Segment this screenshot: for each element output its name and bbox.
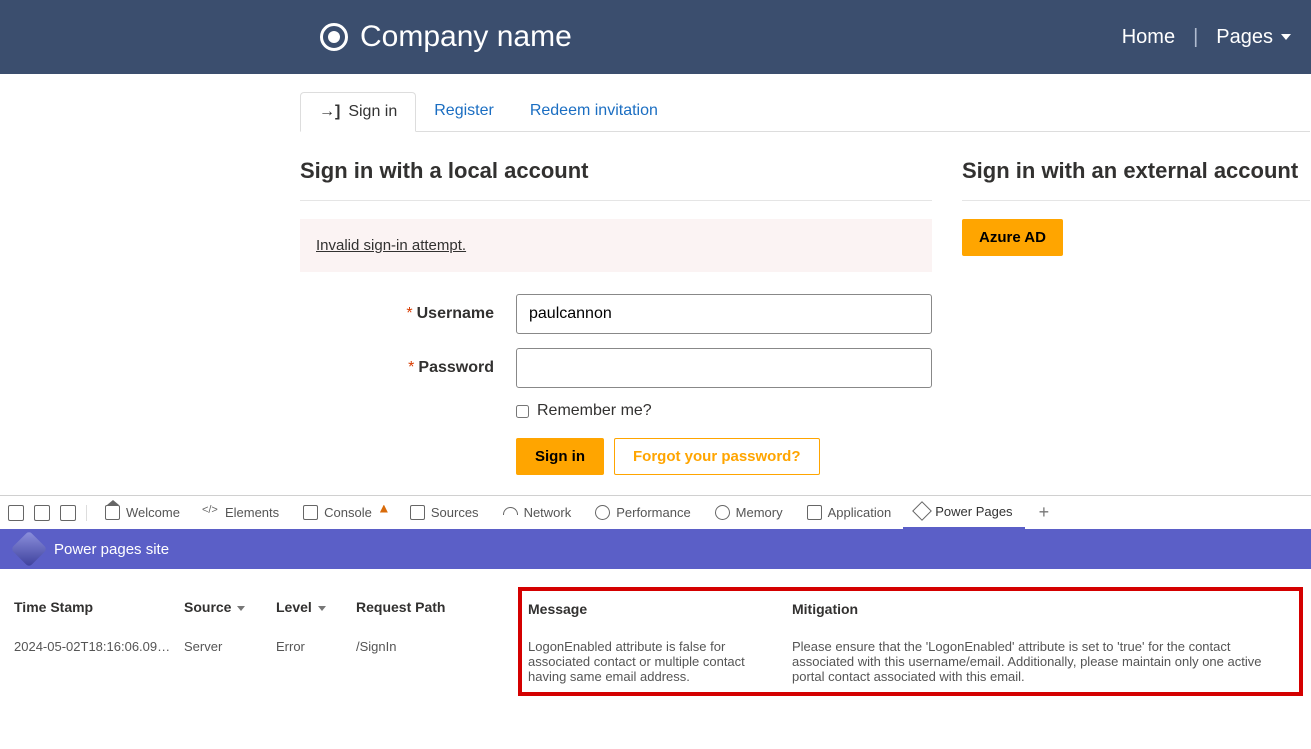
devtab-add[interactable]: + <box>1031 502 1058 523</box>
log-table: Time Stamp Source Level Request Path Mes… <box>8 587 1303 696</box>
forgot-password-button[interactable]: Forgot your password? <box>614 438 820 475</box>
password-label: *Password <box>300 359 516 377</box>
home-icon <box>105 505 120 520</box>
log-row[interactable]: 2024-05-02T18:16:06.0917... Server Error… <box>8 631 1301 694</box>
signin-button[interactable]: Sign in <box>516 438 604 475</box>
brand-title: Company name <box>360 20 572 54</box>
log-col-level[interactable]: Level <box>270 589 350 631</box>
log-panel: Time Stamp Source Level Request Path Mes… <box>0 569 1311 714</box>
nav-pages-label: Pages <box>1216 26 1273 49</box>
password-input[interactable] <box>516 348 932 388</box>
log-cell-message: LogonEnabled attribute is false for asso… <box>520 631 786 694</box>
log-col-mitigation[interactable]: Mitigation <box>786 589 1301 631</box>
log-cell-level: Error <box>270 631 350 694</box>
brand-logo-icon <box>320 23 348 51</box>
elements-icon <box>204 505 219 520</box>
username-label: *Username <box>300 305 516 323</box>
log-cell-mitigation: Please ensure that the 'LogonEnabled' at… <box>786 631 1301 694</box>
inspect-icon[interactable] <box>8 505 24 521</box>
brand: Company name <box>320 20 572 54</box>
powerpages-banner: Power pages site <box>0 529 1311 569</box>
network-icon <box>503 505 518 520</box>
external-signin-heading: Sign in with an external account <box>962 158 1310 184</box>
divider <box>962 200 1310 201</box>
performance-icon <box>595 505 610 520</box>
nav-separator: | <box>1193 26 1198 49</box>
local-signin-heading: Sign in with a local account <box>300 158 932 184</box>
tab-signin[interactable]: →] Sign in <box>300 92 416 132</box>
caret-down-icon <box>1281 34 1291 40</box>
username-input[interactable] <box>516 294 932 334</box>
tab-redeem[interactable]: Redeem invitation <box>512 92 676 131</box>
nav-pages[interactable]: Pages <box>1216 26 1291 49</box>
devtab-welcome[interactable]: Welcome <box>93 496 192 530</box>
devtab-powerpages[interactable]: Power Pages <box>903 496 1024 530</box>
log-cell-request: /SignIn <box>350 631 520 694</box>
console-icon <box>303 505 318 520</box>
sort-caret-icon <box>237 606 245 611</box>
log-col-timestamp[interactable]: Time Stamp <box>8 589 178 631</box>
devtab-console[interactable]: Console <box>291 496 398 530</box>
log-col-request[interactable]: Request Path <box>350 589 520 631</box>
warn-badge-icon <box>380 505 388 513</box>
tab-signin-label: Sign in <box>348 103 397 121</box>
sources-icon <box>410 505 425 520</box>
devtab-application[interactable]: Application <box>795 496 904 530</box>
sort-caret-icon <box>318 606 326 611</box>
header-nav: Home | Pages <box>1122 26 1291 49</box>
log-col-source[interactable]: Source <box>178 589 270 631</box>
devtab-sources[interactable]: Sources <box>398 496 491 530</box>
divider <box>300 200 932 201</box>
powerpages-logo-icon <box>11 531 48 568</box>
top-header: Company name Home | Pages <box>0 0 1311 74</box>
log-cell-source: Server <box>178 631 270 694</box>
log-cell-timestamp: 2024-05-02T18:16:06.0917... <box>8 631 178 694</box>
devtools-tabbar: Welcome Elements Console Sources Network… <box>0 495 1311 529</box>
powerpages-icon <box>912 501 932 521</box>
devtab-memory[interactable]: Memory <box>703 496 795 530</box>
remember-checkbox[interactable] <box>516 405 529 418</box>
signin-arrow-icon: →] <box>319 103 340 121</box>
devtab-elements[interactable]: Elements <box>192 496 291 530</box>
log-col-message[interactable]: Message <box>520 589 786 631</box>
devtab-performance[interactable]: Performance <box>583 496 702 530</box>
dock-icon[interactable] <box>60 505 76 521</box>
memory-icon <box>715 505 730 520</box>
auth-tabs: →] Sign in Register Redeem invitation <box>300 92 1310 132</box>
device-icon[interactable] <box>34 505 50 521</box>
application-icon <box>807 505 822 520</box>
signin-error-text: Invalid sign-in attempt. <box>316 237 466 254</box>
devtab-network[interactable]: Network <box>491 496 584 530</box>
nav-home[interactable]: Home <box>1122 26 1175 49</box>
tab-register[interactable]: Register <box>416 92 512 131</box>
powerpages-banner-title: Power pages site <box>54 541 169 558</box>
azure-ad-button[interactable]: Azure AD <box>962 219 1063 256</box>
signin-error-alert: Invalid sign-in attempt. <box>300 219 932 272</box>
remember-label: Remember me? <box>537 402 652 420</box>
